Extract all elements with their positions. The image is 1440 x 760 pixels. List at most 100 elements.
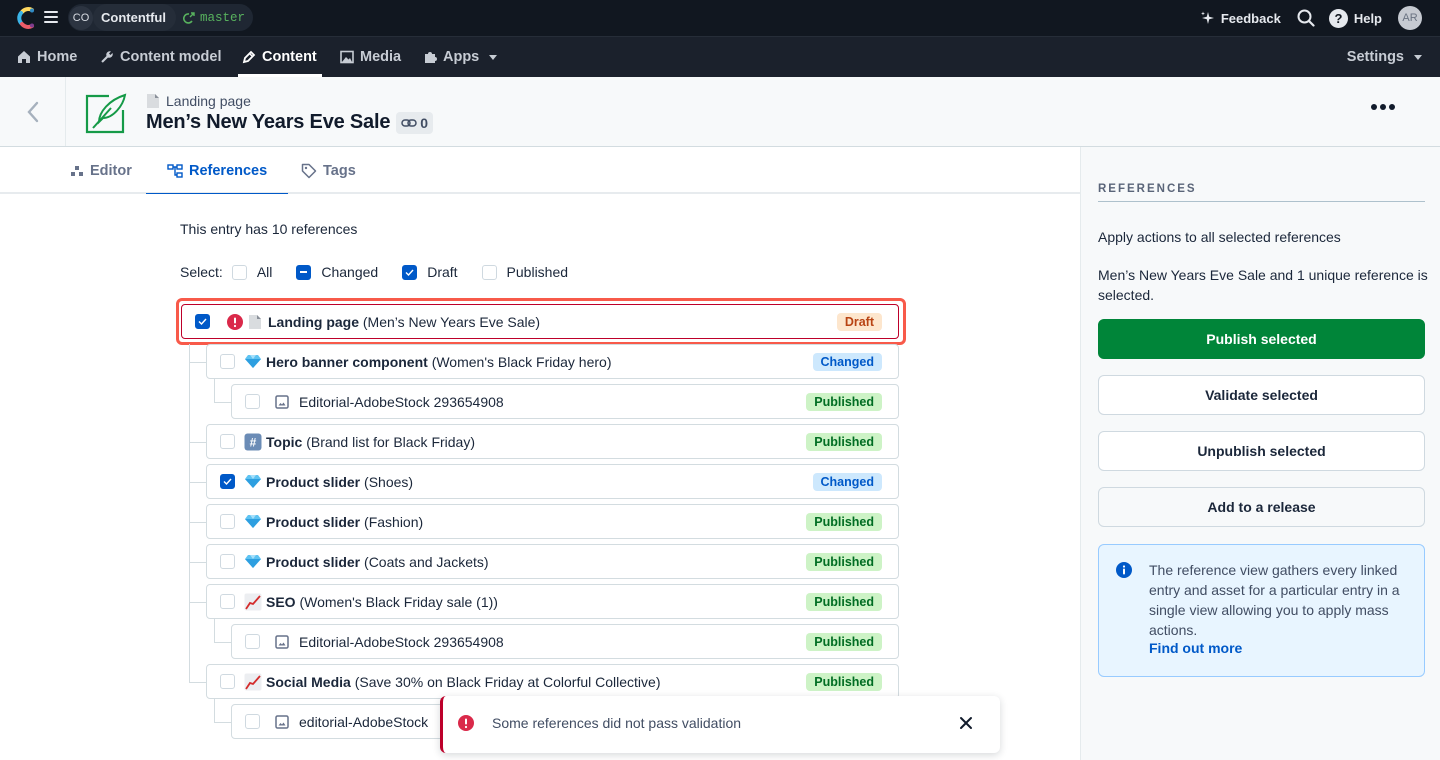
reference-row[interactable]: Product slider (Shoes) Changed xyxy=(206,464,899,499)
reference-name: (Women's Black Friday hero) xyxy=(431,353,612,370)
content-type-name: Landing page xyxy=(166,93,251,109)
svg-text:#: # xyxy=(250,435,257,449)
reference-checkbox[interactable] xyxy=(245,394,260,409)
reference-checkbox[interactable] xyxy=(220,554,235,569)
checkbox[interactable] xyxy=(231,264,247,280)
status-badge: Changed xyxy=(812,473,882,491)
reference-checkbox[interactable] xyxy=(220,514,235,529)
publish-selected-button[interactable]: Publish selected xyxy=(1098,319,1425,359)
contentful-logo-icon[interactable] xyxy=(16,7,36,29)
tab-tags[interactable]: Tags xyxy=(301,147,356,194)
nav-content-label: Content xyxy=(262,49,317,65)
nav-settings[interactable]: Settings xyxy=(1347,37,1422,77)
user-avatar[interactable]: AR xyxy=(1398,6,1422,30)
reference-title: Landing page (Men’s New Years Eve Sale) xyxy=(268,314,540,330)
reference-type: Product slider xyxy=(266,553,361,570)
gem-icon xyxy=(244,513,262,531)
environment-switcher[interactable]: master xyxy=(176,11,253,25)
nav-home-label: Home xyxy=(37,49,78,65)
entry-title-row: Men’s New Years Eve Sale 0 xyxy=(146,111,434,134)
tab-tags-label: Tags xyxy=(323,162,356,179)
references-summary: This entry has 10 references xyxy=(180,221,358,237)
environment-icon xyxy=(183,11,195,24)
references-icon xyxy=(167,163,183,178)
references-sidebar: REFERENCES Apply actions to all selected… xyxy=(1080,147,1440,760)
status-badge: Published xyxy=(806,393,882,411)
validate-selected-button[interactable]: Validate selected xyxy=(1098,375,1425,415)
search-icon[interactable] xyxy=(1297,9,1315,27)
close-icon[interactable] xyxy=(958,715,974,731)
image-icon xyxy=(273,633,291,651)
reference-row[interactable]: Hero banner component (Women's Black Fri… xyxy=(206,344,899,379)
reference-type: Product slider xyxy=(266,513,361,530)
reference-type: Social Media xyxy=(266,673,351,690)
toast-message: Some references did not pass validation xyxy=(492,714,742,731)
reference-type: Topic xyxy=(266,433,303,450)
tab-references[interactable]: References xyxy=(146,147,289,196)
tab-editor-label: Editor xyxy=(90,162,132,179)
nav-home[interactable]: Home xyxy=(17,37,77,77)
select-draft-checkbox[interactable]: Draft xyxy=(402,264,458,280)
status-badge: Published xyxy=(806,673,882,691)
error-icon xyxy=(226,313,244,331)
checkbox[interactable] xyxy=(296,264,312,280)
reference-row[interactable]: Social Media (Save 30% on Black Friday a… xyxy=(206,664,899,699)
nav-content-model[interactable]: Content model xyxy=(100,37,222,77)
link-icon xyxy=(401,118,417,127)
editor-icon xyxy=(71,165,83,176)
nav-media-label: Media xyxy=(360,49,402,65)
reference-title: editorial-AdobeStock xyxy=(299,714,428,730)
reference-checkbox[interactable] xyxy=(220,434,235,449)
gem-icon xyxy=(244,353,262,371)
select-option-label: Changed xyxy=(321,264,379,280)
tree-connector-line xyxy=(214,379,215,402)
reference-checkbox[interactable] xyxy=(220,674,235,689)
menu-icon[interactable] xyxy=(44,11,58,23)
nav-media[interactable]: Media xyxy=(340,37,401,77)
main-navigation: Home Content model Content Media Apps Se… xyxy=(0,36,1440,77)
reference-checkbox[interactable] xyxy=(220,594,235,609)
reference-checkbox[interactable] xyxy=(245,634,260,649)
add-to-release-button[interactable]: Add to a release xyxy=(1098,487,1425,527)
more-actions-button[interactable] xyxy=(1371,104,1395,110)
space-name: Contentful xyxy=(93,4,176,31)
checkbox[interactable] xyxy=(481,264,497,280)
tree-connector-line xyxy=(214,402,231,403)
reference-row[interactable]: Editorial-AdobeStock 293654908 Published xyxy=(231,384,899,419)
gem-icon xyxy=(244,473,262,491)
help-button[interactable]: ? Help xyxy=(1328,8,1382,28)
select-all-checkbox[interactable]: All xyxy=(231,264,272,280)
find-out-more-link[interactable]: Find out more xyxy=(1149,640,1242,656)
reference-row[interactable]: Editorial-AdobeStock 293654908 Published xyxy=(231,624,899,659)
reference-row-root[interactable]: Landing page (Men’s New Years Eve Sale) D… xyxy=(181,304,899,339)
tree-connector-line xyxy=(214,699,215,722)
unpublish-selected-button[interactable]: Unpublish selected xyxy=(1098,431,1425,471)
reference-row[interactable]: SEO (Women's Black Friday sale (1)) Publi… xyxy=(206,584,899,619)
checkbox[interactable] xyxy=(402,264,418,280)
environment-name: master xyxy=(199,10,245,25)
references-panel: This entry has 10 references Select: All… xyxy=(0,194,1080,760)
nav-apps[interactable]: Apps xyxy=(423,37,498,77)
reference-checkbox[interactable] xyxy=(245,714,260,729)
back-button[interactable] xyxy=(0,77,66,146)
tab-editor[interactable]: Editor xyxy=(70,147,132,194)
error-icon xyxy=(458,714,474,731)
link-count-badge[interactable]: 0 xyxy=(396,111,434,134)
reference-checkbox[interactable] xyxy=(220,354,235,369)
select-changed-checkbox[interactable]: Changed xyxy=(296,264,378,280)
tree-connector-line xyxy=(189,442,206,443)
chevron-down-icon xyxy=(1414,54,1422,60)
nav-content[interactable]: Content xyxy=(238,37,322,77)
reference-row[interactable]: Product slider (Coats and Jackets) Publis… xyxy=(206,544,899,579)
reference-title: Product slider (Fashion) xyxy=(266,514,423,530)
select-published-checkbox[interactable]: Published xyxy=(481,264,568,280)
status-badge: Published xyxy=(806,433,882,451)
feedback-button[interactable]: Feedback xyxy=(1200,11,1281,26)
nav-settings-label: Settings xyxy=(1346,49,1404,65)
reference-row[interactable]: Product slider (Fashion) Published xyxy=(206,504,899,539)
reference-row[interactable]: # Topic (Brand list for Black Friday) Publ… xyxy=(206,424,899,459)
reference-checkbox[interactable] xyxy=(220,474,235,489)
reference-checkbox[interactable] xyxy=(195,314,210,329)
tag-icon xyxy=(301,163,317,178)
space-switcher[interactable]: CO Contentful master xyxy=(68,4,253,31)
